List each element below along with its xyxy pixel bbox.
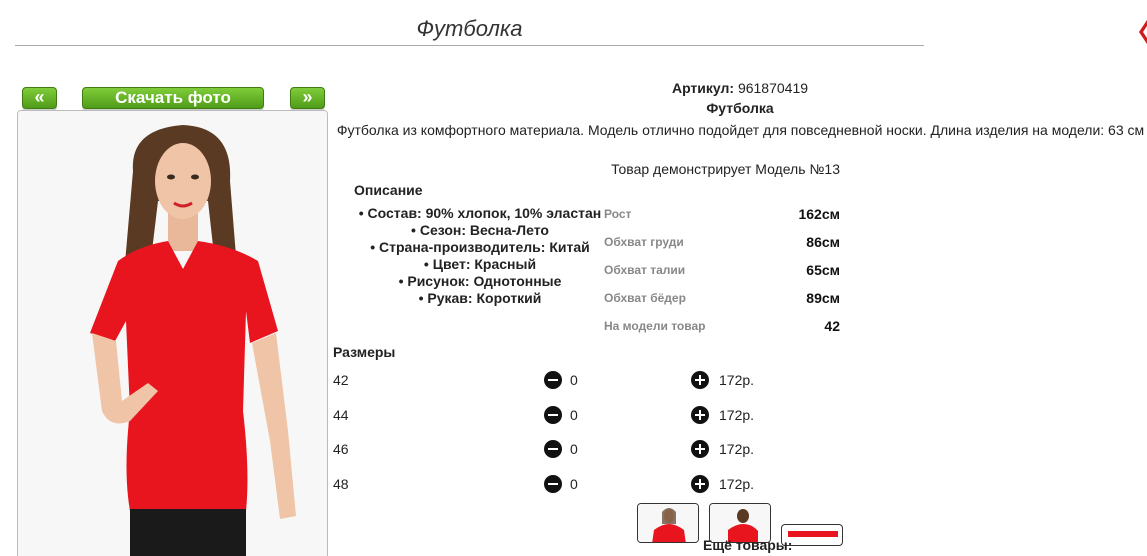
- spec-item: Рукав: Короткий: [340, 290, 620, 307]
- measurement-row: Обхват талии 65см: [604, 256, 840, 284]
- price-value: 172р.: [719, 372, 755, 388]
- specs-list: Состав: 90% хлопок, 10% эластан Сезон: В…: [340, 205, 620, 307]
- measurement-row: Обхват груди 86см: [604, 228, 840, 256]
- next-photo-button[interactable]: »: [290, 87, 325, 109]
- measurement-row: Обхват бёдер 89см: [604, 284, 840, 312]
- spec-item: Состав: 90% хлопок, 10% эластан: [340, 205, 620, 222]
- size-row: 46 0 172р.: [333, 438, 793, 462]
- article-label: Артикул:: [671, 80, 735, 96]
- minus-circle-icon[interactable]: [544, 475, 562, 493]
- measurement-label: Рост: [604, 207, 632, 221]
- color-swatch: [788, 531, 838, 537]
- minus-circle-icon[interactable]: [544, 440, 562, 458]
- model-measurements: Рост 162см Обхват груди 86см Обхват тали…: [604, 200, 840, 340]
- size-row: 42 0 172р.: [333, 369, 793, 393]
- plus-circle-icon[interactable]: [691, 406, 709, 424]
- price-value: 172р.: [719, 407, 755, 423]
- quantity-value: 0: [570, 372, 578, 388]
- thumbnail-image: [638, 504, 698, 542]
- spec-item: Цвет: Красный: [340, 256, 620, 273]
- model-photo-illustration: [18, 111, 327, 556]
- measurement-label: Обхват бёдер: [604, 291, 686, 305]
- sizes-heading: Размеры: [333, 344, 396, 360]
- spec-item: Страна-производитель: Китай: [340, 239, 620, 256]
- quantity-value: 0: [570, 476, 578, 492]
- measurement-value: 86см: [806, 234, 840, 250]
- measurement-value: 162см: [798, 206, 840, 222]
- download-photo-button[interactable]: Скачать фото: [82, 87, 264, 109]
- size-label: 44: [333, 407, 349, 423]
- measurement-value: 65см: [806, 262, 840, 278]
- plus-circle-icon[interactable]: [691, 440, 709, 458]
- size-label: 42: [333, 372, 349, 388]
- more-products-heading: Ещё товары:: [703, 537, 793, 553]
- size-label: 48: [333, 476, 349, 492]
- logo-icon: [1139, 20, 1147, 44]
- price-value: 172р.: [719, 441, 755, 457]
- prev-photo-button[interactable]: «: [22, 87, 57, 109]
- quantity-value: 0: [570, 441, 578, 457]
- size-row: 48 0 172р.: [333, 473, 793, 497]
- measurement-row: На модели товар 42: [604, 312, 840, 340]
- measurement-value: 89см: [806, 290, 840, 306]
- measurement-label: Обхват талии: [604, 263, 686, 277]
- page-title: Футболка: [15, 15, 924, 46]
- plus-circle-icon[interactable]: [691, 371, 709, 389]
- spec-item: Рисунок: Однотонные: [340, 273, 620, 290]
- measurement-label: На модели товар: [604, 319, 706, 333]
- price-value: 172р.: [719, 476, 755, 492]
- measurement-value: 42: [824, 318, 840, 334]
- size-label: 46: [333, 441, 349, 457]
- product-photo[interactable]: [17, 110, 328, 556]
- article-number: 961870419: [737, 80, 809, 96]
- minus-circle-icon[interactable]: [544, 371, 562, 389]
- measurement-label: Обхват груди: [604, 235, 684, 249]
- measurement-row: Рост 162см: [604, 200, 840, 228]
- product-name: Футболка: [706, 100, 774, 116]
- spec-item: Сезон: Весна-Лето: [340, 222, 620, 239]
- product-description: Футболка из комфортного материала. Модел…: [336, 122, 1145, 138]
- model-info: Товар демонстрирует Модель №13: [611, 161, 840, 177]
- specs-heading: Описание: [354, 182, 423, 198]
- product-thumbnail[interactable]: [637, 503, 699, 543]
- article-line: Артикул: 961870419: [580, 80, 900, 96]
- minus-circle-icon[interactable]: [544, 406, 562, 424]
- plus-circle-icon[interactable]: [691, 475, 709, 493]
- size-row: 44 0 172р.: [333, 404, 793, 428]
- quantity-value: 0: [570, 407, 578, 423]
